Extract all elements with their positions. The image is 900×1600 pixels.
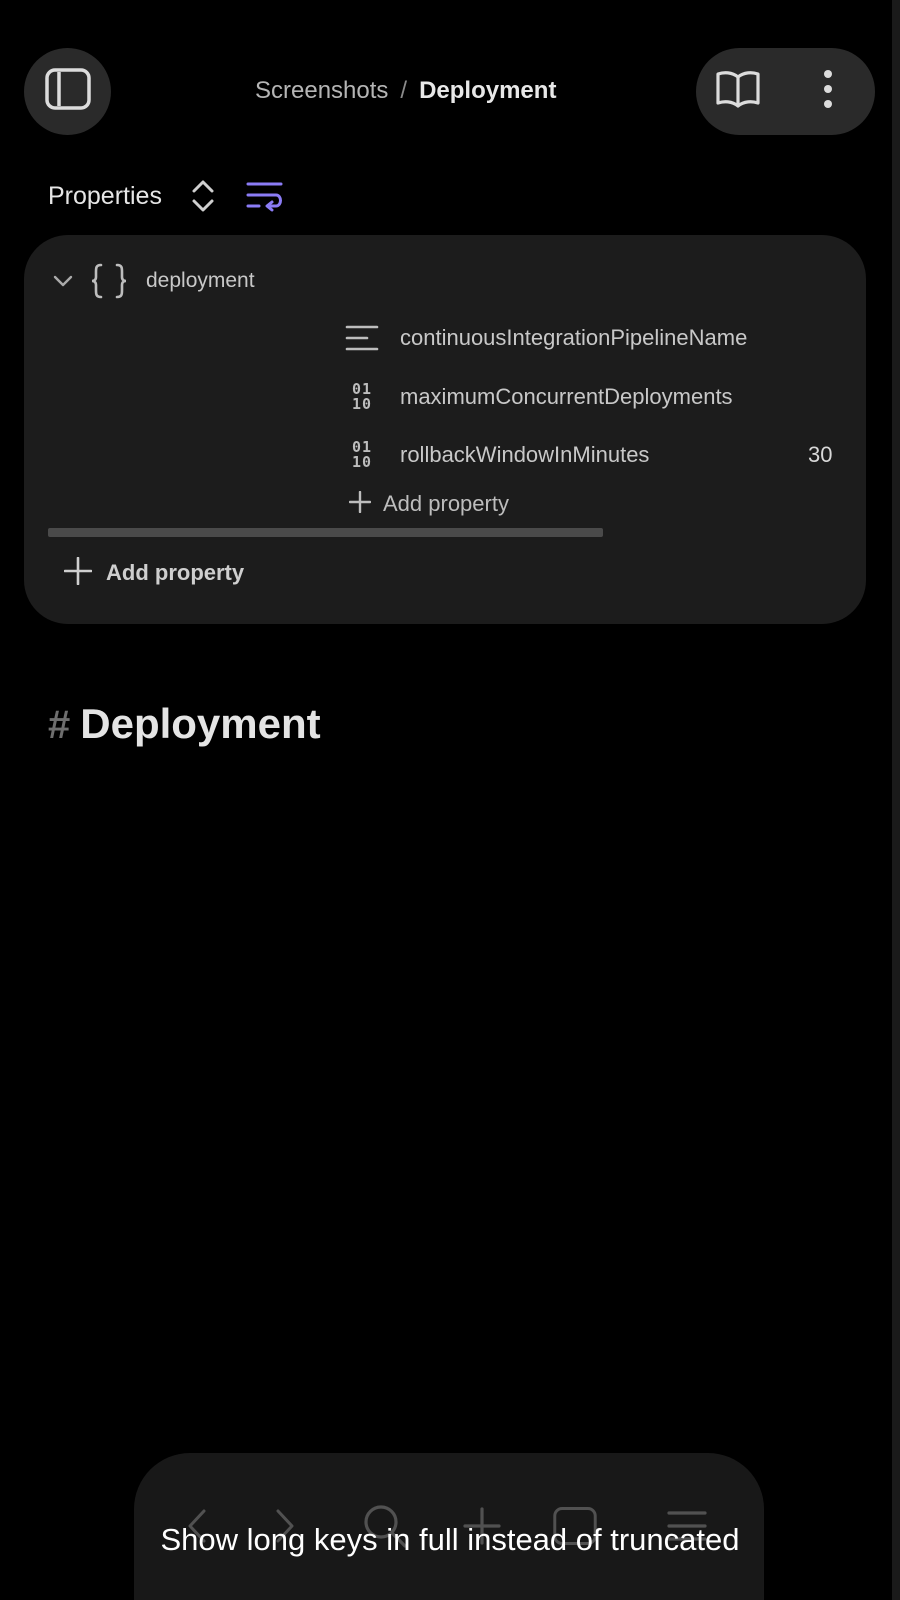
breadcrumb-current[interactable]: Deployment <box>419 77 556 105</box>
property-row[interactable]: continuousIntegrationPipelineName <box>344 316 844 360</box>
plus-icon <box>63 556 93 590</box>
property-key[interactable]: rollbackWindowInMinutes <box>400 442 649 468</box>
heading-marker: # <box>48 703 71 747</box>
number-icon: 01 10 <box>351 438 373 471</box>
properties-horizontal-scrollbar[interactable] <box>48 528 603 537</box>
property-object-row[interactable]: deployment <box>52 259 255 303</box>
expand-collapse-icon[interactable] <box>190 179 216 213</box>
properties-header: Properties <box>48 176 284 216</box>
breadcrumb-separator: / <box>400 77 408 104</box>
property-key[interactable]: maximumConcurrentDeployments <box>400 384 733 410</box>
document-heading[interactable]: # Deployment <box>48 700 321 748</box>
more-vertical-icon <box>822 69 834 114</box>
add-property-button[interactable]: Add property <box>63 551 245 595</box>
property-key[interactable]: continuousIntegrationPipelineName <box>400 325 747 351</box>
heading-text[interactable]: Deployment <box>80 700 320 748</box>
add-nested-property-button[interactable]: Add property <box>348 488 509 520</box>
book-open-icon <box>715 69 761 114</box>
header-actions <box>696 48 875 135</box>
add-nested-property-label: Add property <box>383 491 509 516</box>
properties-title[interactable]: Properties <box>48 182 162 211</box>
sidebar-toggle-button[interactable] <box>24 48 111 135</box>
object-braces-icon <box>90 261 128 301</box>
chevron-down-icon[interactable] <box>52 270 74 292</box>
properties-panel: deployment continuousIntegrationPipeline… <box>24 235 866 624</box>
reading-mode-button[interactable] <box>714 68 762 114</box>
number-icon: 01 10 <box>351 380 373 413</box>
property-value[interactable]: 30 <box>808 442 832 468</box>
property-key-deployment[interactable]: deployment <box>146 269 255 293</box>
add-property-label: Add property <box>106 560 245 585</box>
property-row[interactable]: 01 10 maximumConcurrentDeployments <box>344 375 844 419</box>
text-icon <box>344 320 380 356</box>
breadcrumb-parent[interactable]: Screenshots <box>255 77 388 105</box>
more-options-button[interactable] <box>812 68 844 114</box>
sidebar-icon <box>44 67 92 116</box>
page-scrollbar[interactable] <box>892 0 900 1600</box>
property-row[interactable]: 01 10 rollbackWindowInMinutes 30 <box>344 433 844 477</box>
plus-icon <box>348 490 372 518</box>
page: Screenshots / Deployment Properties depl… <box>0 0 900 1600</box>
breadcrumb: Screenshots / Deployment <box>255 76 556 106</box>
caption-text: Show long keys in full instead of trunca… <box>160 1522 740 1557</box>
wrap-text-icon[interactable] <box>246 179 284 213</box>
